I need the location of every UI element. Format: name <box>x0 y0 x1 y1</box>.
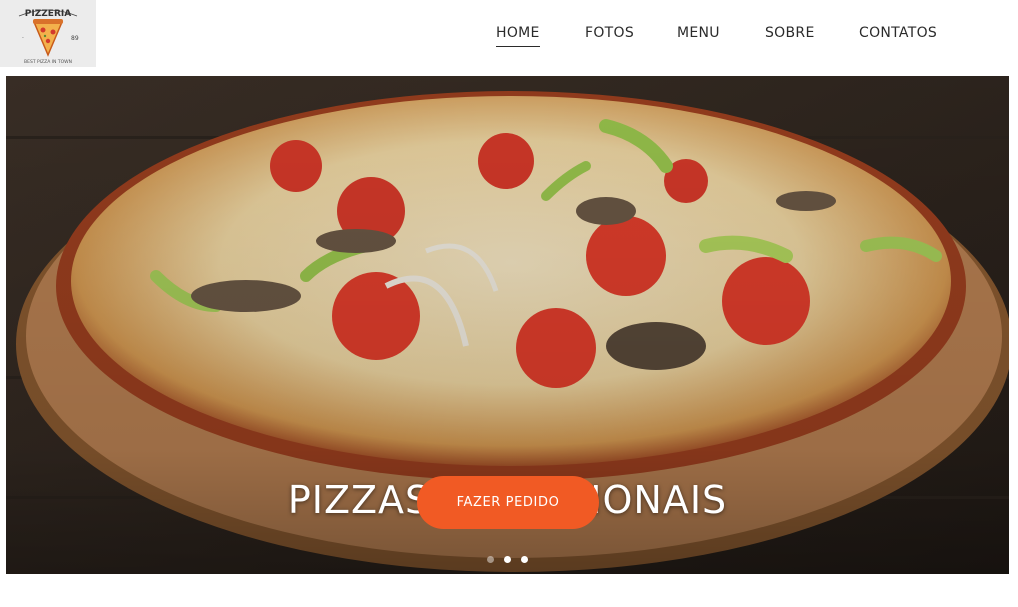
pizza-slice-icon: PIZZERIA · 89 BEST PIZZA IN TOWN <box>18 9 79 65</box>
logo[interactable]: PIZZERIA · 89 BEST PIZZA IN TOWN <box>0 0 96 67</box>
svg-text:·: · <box>22 35 24 42</box>
svg-text:BEST PIZZA IN TOWN: BEST PIZZA IN TOWN <box>24 59 72 65</box>
top-navbar: PIZZERIA · 89 BEST PIZZA IN TOWN HOME FO… <box>0 0 1018 74</box>
svg-text:89: 89 <box>71 35 79 42</box>
carousel-indicators <box>6 556 1009 564</box>
order-button[interactable]: FAZER PEDIDO <box>417 476 599 529</box>
nav-menu[interactable]: MENU <box>677 24 720 46</box>
hero-carousel: PIZZAS TRADICIONAIS FAZER PEDIDO <box>6 76 1009 574</box>
carousel-dot-3[interactable] <box>521 556 528 563</box>
nav-fotos[interactable]: FOTOS <box>585 24 634 46</box>
nav-sobre[interactable]: SOBRE <box>765 24 815 46</box>
nav-home[interactable]: HOME <box>496 24 540 47</box>
nav-contatos[interactable]: CONTATOS <box>859 24 937 46</box>
svg-text:PIZZERIA: PIZZERIA <box>25 9 71 19</box>
carousel-dot-1[interactable] <box>487 556 494 563</box>
carousel-dot-2[interactable] <box>504 556 511 563</box>
